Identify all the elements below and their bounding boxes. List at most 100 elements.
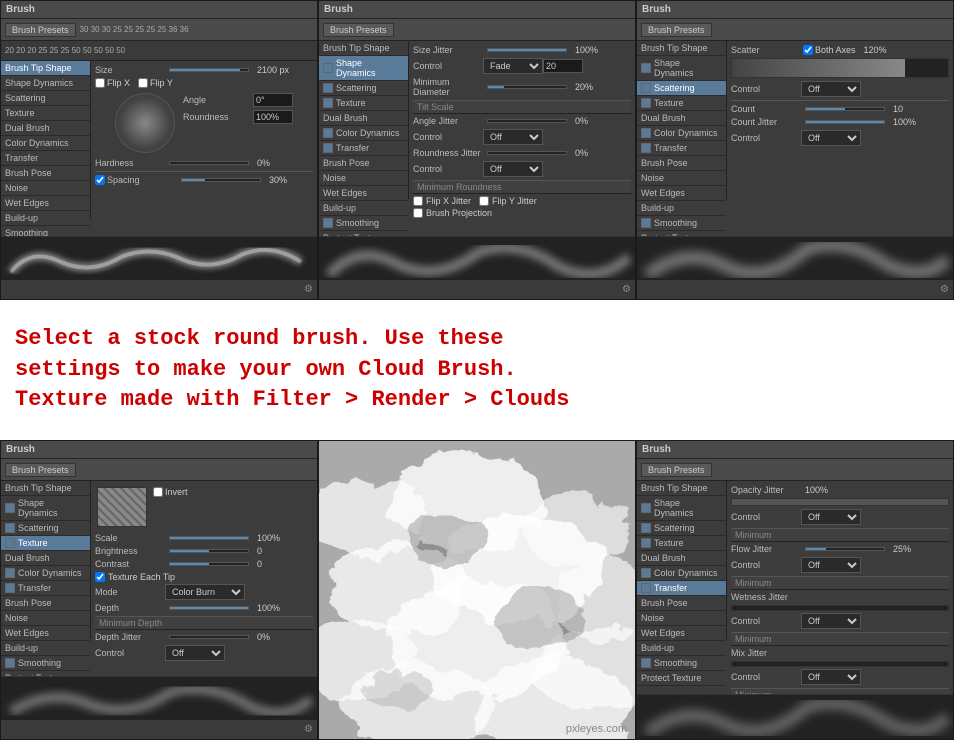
depth-slider[interactable] xyxy=(169,606,249,610)
flip-y-j-cb[interactable] xyxy=(479,196,489,206)
p6-cb-tex[interactable] xyxy=(641,538,651,548)
control-select-1[interactable]: Fade xyxy=(483,58,543,74)
p3-cb-shape[interactable] xyxy=(641,63,651,73)
sidebar-item-color-dyn[interactable]: Color Dynamics xyxy=(1,136,90,151)
p2-si-noise[interactable]: Noise xyxy=(319,171,408,186)
p3-si-pose[interactable]: Brush Pose xyxy=(637,156,726,171)
p4-si-pose[interactable]: Brush Pose xyxy=(1,596,90,611)
tex-control-select[interactable]: Off xyxy=(165,645,225,661)
brush-presets-btn-1[interactable]: Brush Presets xyxy=(5,23,76,37)
p2-si-transfer[interactable]: Transfer xyxy=(319,141,408,156)
p4-si-color[interactable]: Color Dynamics xyxy=(1,566,90,581)
p6-cb-smooth[interactable] xyxy=(641,658,651,668)
roundness-input[interactable] xyxy=(253,110,293,124)
sidebar-item-noise[interactable]: Noise xyxy=(1,181,90,196)
p6-si-brush-tip[interactable]: Brush Tip Shape xyxy=(637,481,726,496)
flip-x-cb[interactable] xyxy=(95,78,105,88)
p2-si-scatter[interactable]: Scattering xyxy=(319,81,408,96)
scatter-control-select[interactable]: Off xyxy=(801,81,861,97)
tex-each-tip-cb[interactable] xyxy=(95,572,105,582)
p4-si-brush-tip[interactable]: Brush Tip Shape xyxy=(1,481,90,496)
sidebar-item-buildup[interactable]: Build-up xyxy=(1,211,90,226)
p6-si-scatter[interactable]: Scattering xyxy=(637,521,726,536)
p6-cb-shape[interactable] xyxy=(641,503,651,513)
p3-si-shape-dyn[interactable]: Shape Dynamics xyxy=(637,56,726,81)
spacing-slider[interactable] xyxy=(181,178,261,182)
count-slider[interactable] xyxy=(805,107,885,111)
p4-si-shape-dyn[interactable]: Shape Dynamics xyxy=(1,496,90,521)
p2-cb-tex[interactable] xyxy=(323,98,333,108)
p4-cb-transfer[interactable] xyxy=(5,583,15,593)
panel-menu-icon-4[interactable]: ⚙ xyxy=(304,724,313,735)
p4-si-noise[interactable]: Noise xyxy=(1,611,90,626)
p6-si-dual[interactable]: Dual Brush xyxy=(637,551,726,566)
angle-input[interactable] xyxy=(253,93,293,107)
p4-si-transfer[interactable]: Transfer xyxy=(1,581,90,596)
p4-si-tex[interactable]: Texture xyxy=(1,536,90,551)
contrast-slider[interactable] xyxy=(169,562,249,566)
sidebar-item-shape-dyn[interactable]: Shape Dynamics xyxy=(1,76,90,91)
sidebar-item-wet-edges[interactable]: Wet Edges xyxy=(1,196,90,211)
p3-si-smooth[interactable]: Smoothing xyxy=(637,216,726,231)
hardness-slider[interactable] xyxy=(169,161,249,165)
p6-cb-color[interactable] xyxy=(641,568,651,578)
sidebar-item-scattering[interactable]: Scattering xyxy=(1,91,90,106)
p2-cb-transfer[interactable] xyxy=(323,143,333,153)
p6-cb-transfer[interactable] xyxy=(641,583,651,593)
brush-presets-btn-4[interactable]: Brush Presets xyxy=(5,463,76,477)
p3-si-noise[interactable]: Noise xyxy=(637,171,726,186)
p6-si-smooth[interactable]: Smoothing xyxy=(637,656,726,671)
mj-control-select[interactable]: Off xyxy=(801,669,861,685)
p6-cb-scatter[interactable] xyxy=(641,523,651,533)
rj-slider[interactable] xyxy=(487,151,567,155)
p2-si-tex[interactable]: Texture xyxy=(319,96,408,111)
invert-cb[interactable] xyxy=(153,487,163,497)
count-control-select[interactable]: Off xyxy=(801,130,861,146)
brush-presets-btn-2[interactable]: Brush Presets xyxy=(323,23,394,37)
size-slider[interactable] xyxy=(169,68,249,72)
p6-si-noise[interactable]: Noise xyxy=(637,611,726,626)
sj-slider[interactable] xyxy=(487,48,567,52)
p2-si-smooth[interactable]: Smoothing xyxy=(319,216,408,231)
p2-cb-color[interactable] xyxy=(323,128,333,138)
p3-si-brush-tip[interactable]: Brush Tip Shape xyxy=(637,41,726,56)
p3-si-build[interactable]: Build-up xyxy=(637,201,726,216)
p4-si-dual[interactable]: Dual Brush xyxy=(1,551,90,566)
p4-si-scatter[interactable]: Scattering xyxy=(1,521,90,536)
p2-si-brush-tip[interactable]: Brush Tip Shape xyxy=(319,41,408,56)
dj-slider[interactable] xyxy=(169,635,249,639)
p3-cb-color[interactable] xyxy=(641,128,651,138)
p2-si-build[interactable]: Build-up xyxy=(319,201,408,216)
aj-slider[interactable] xyxy=(487,119,567,123)
p3-cb-transfer[interactable] xyxy=(641,143,651,153)
p4-cb-shape[interactable] xyxy=(5,503,15,513)
p6-si-transfer[interactable]: Transfer xyxy=(637,581,726,596)
wj-control-select[interactable]: Off xyxy=(801,613,861,629)
sidebar-item-brush-pose[interactable]: Brush Pose xyxy=(1,166,90,181)
flip-x-j-cb[interactable] xyxy=(413,196,423,206)
p4-cb-smooth[interactable] xyxy=(5,658,15,668)
panel-menu-icon[interactable]: ⚙ xyxy=(304,284,313,295)
p3-si-wet[interactable]: Wet Edges xyxy=(637,186,726,201)
scatter-slider-track[interactable] xyxy=(731,58,949,78)
p3-si-tex[interactable]: Texture xyxy=(637,96,726,111)
p6-si-color[interactable]: Color Dynamics xyxy=(637,566,726,581)
oj-track[interactable] xyxy=(731,498,949,506)
brush-proj-cb[interactable] xyxy=(413,208,423,218)
p3-cb-smooth[interactable] xyxy=(641,218,651,228)
p2-cb-shape[interactable] xyxy=(323,63,333,73)
control-select-2[interactable]: Off xyxy=(483,129,543,145)
sidebar-item-texture[interactable]: Texture xyxy=(1,106,90,121)
panel-menu-icon-2[interactable]: ⚙ xyxy=(622,284,631,295)
panel-menu-icon-3[interactable]: ⚙ xyxy=(940,284,949,295)
p4-si-smooth[interactable]: Smoothing xyxy=(1,656,90,671)
p6-si-wet[interactable]: Wet Edges xyxy=(637,626,726,641)
brush-presets-btn-6[interactable]: Brush Presets xyxy=(641,463,712,477)
p4-si-build[interactable]: Build-up xyxy=(1,641,90,656)
p3-si-scatter[interactable]: Scattering xyxy=(637,81,726,96)
control-select-3[interactable]: Off xyxy=(483,161,543,177)
fj-control-select[interactable]: Off xyxy=(801,557,861,573)
spacing-cb[interactable] xyxy=(95,175,105,185)
p2-cb-smooth[interactable] xyxy=(323,218,333,228)
brightness-slider[interactable] xyxy=(169,549,249,553)
